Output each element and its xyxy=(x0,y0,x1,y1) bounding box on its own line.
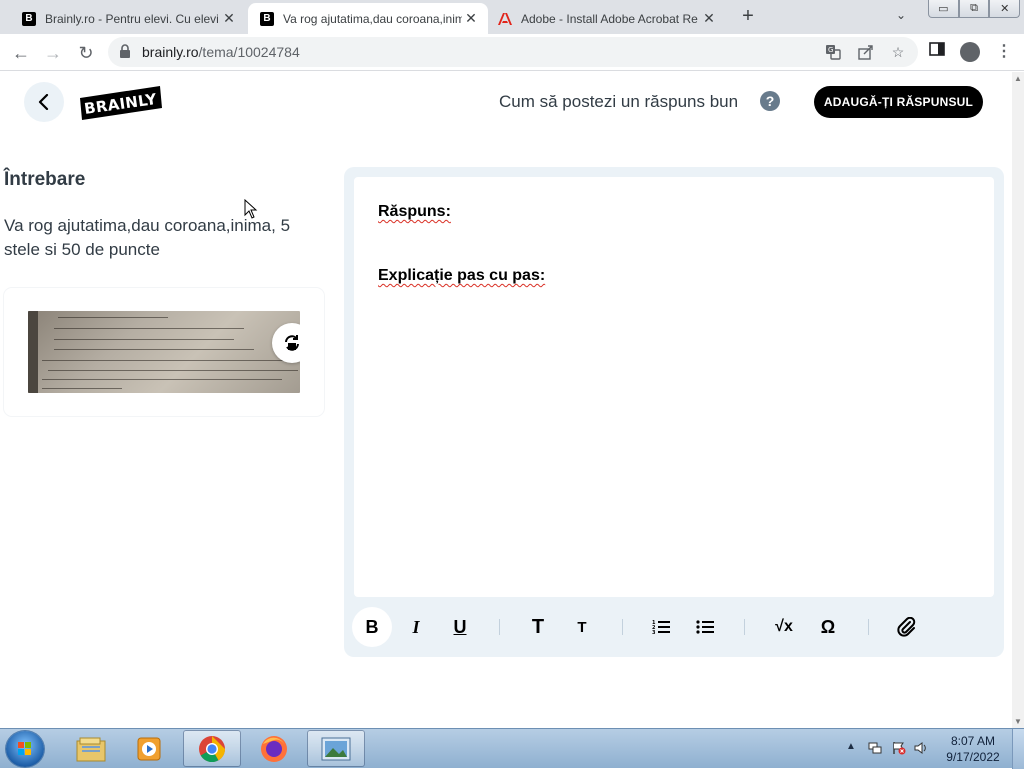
tab-question[interactable]: B Va rog ajutatima,dau coroana,inima ✕ xyxy=(248,3,488,34)
window-controls: ▭ ⧉ ✕ xyxy=(928,0,1021,18)
italic-button[interactable]: I xyxy=(396,607,436,647)
toolbar-divider xyxy=(868,619,869,635)
toolbar-divider xyxy=(622,619,623,635)
star-icon[interactable]: ☆ xyxy=(889,43,907,61)
brainly-logo[interactable]: BRAINLY xyxy=(80,86,162,120)
close-tab-icon[interactable]: ✕ xyxy=(700,10,718,28)
network-icon[interactable] xyxy=(868,741,882,755)
browser-toolbar: ← → ↻ brainly.ro/tema/10024784 G ☆ ⋮ xyxy=(0,34,1024,71)
close-window-button[interactable]: ✕ xyxy=(989,0,1021,18)
show-desktop-button[interactable] xyxy=(1012,729,1024,769)
close-tab-icon[interactable]: ✕ xyxy=(462,10,480,28)
lock-icon xyxy=(120,44,130,58)
attachment-image[interactable] xyxy=(28,311,300,393)
heading-small-button[interactable]: T xyxy=(562,607,602,647)
tab-search-button[interactable]: ⌄ xyxy=(896,8,906,22)
windows-explorer-icon[interactable] xyxy=(62,730,120,767)
page-scrollbar[interactable]: ▲ ▼ xyxy=(1012,72,1024,728)
tab-title: Brainly.ro - Pentru elevi. Cu elevi. xyxy=(45,11,220,26)
address-bar[interactable]: brainly.ro/tema/10024784 G ☆ xyxy=(108,37,918,67)
answer-editor: Răspuns: Explicație pas cu pas: B I U T … xyxy=(344,167,1004,657)
tab-title: Va rog ajutatima,dau coroana,inima xyxy=(283,11,462,26)
brainly-b-icon: B xyxy=(260,11,274,26)
share-icon[interactable] xyxy=(857,43,875,61)
howto-answer-link[interactable]: Cum să postezi un răspuns bun xyxy=(499,92,738,112)
help-icon[interactable]: ? xyxy=(760,91,780,111)
chrome-icon[interactable] xyxy=(183,730,241,767)
attachment-card xyxy=(4,288,324,416)
add-answer-button[interactable]: ADAUGĂ-ȚI RĂSPUNSUL xyxy=(814,86,983,118)
svg-text:G: G xyxy=(828,46,833,54)
browser-menu-button[interactable]: ⋮ xyxy=(996,41,1012,61)
svg-text:3: 3 xyxy=(652,630,656,635)
clock-time: 8:07 AM xyxy=(950,734,996,748)
system-clock[interactable]: 8:07 AM 9/17/2022 xyxy=(938,733,1008,765)
scroll-down-arrow[interactable]: ▼ xyxy=(1014,717,1022,726)
media-player-icon[interactable] xyxy=(120,730,178,767)
page-back-button[interactable] xyxy=(24,82,64,122)
answer-label: Răspuns: xyxy=(378,203,451,220)
forward-button[interactable]: → xyxy=(40,40,66,66)
mouse-cursor-icon xyxy=(244,199,258,219)
numbered-list-icon: 123 xyxy=(652,620,670,635)
action-center-icon[interactable] xyxy=(892,741,906,755)
bold-button[interactable]: B xyxy=(352,607,392,647)
volume-icon[interactable] xyxy=(914,741,928,755)
special-characters-button[interactable]: Ω xyxy=(808,607,848,647)
attach-button[interactable] xyxy=(887,607,927,647)
new-tab-button[interactable]: + xyxy=(737,5,759,27)
question-text: Va rog ajutatima,dau coroana,inima, 5 st… xyxy=(4,216,291,259)
windows-flag-icon xyxy=(18,742,31,755)
profile-icon[interactable] xyxy=(960,42,980,62)
close-tab-icon[interactable]: ✕ xyxy=(220,10,238,28)
editor-toolbar: B I U T T 123 √x Ω xyxy=(344,605,1004,649)
minimize-button[interactable]: ▭ xyxy=(928,0,959,18)
start-button[interactable] xyxy=(6,731,44,767)
tab-title: Adobe - Install Adobe Acrobat Re xyxy=(521,11,698,26)
math-formula-button[interactable]: √x xyxy=(764,607,804,647)
rotate-image-icon[interactable] xyxy=(272,323,300,363)
translate-icon[interactable]: G xyxy=(824,43,842,61)
scroll-up-arrow[interactable]: ▲ xyxy=(1014,74,1022,83)
toolbar-divider xyxy=(744,619,745,635)
show-hidden-icons-button[interactable]: ▲ xyxy=(846,741,856,752)
bullet-list-icon xyxy=(696,620,714,634)
bullet-list-button[interactable] xyxy=(685,607,725,647)
underline-button[interactable]: U xyxy=(440,607,480,647)
tab-adobe[interactable]: Adobe - Install Adobe Acrobat Re ✕ xyxy=(488,3,726,34)
explanation-label: Explicație pas cu pas: xyxy=(378,267,546,284)
paperclip-icon xyxy=(897,617,916,637)
numbered-list-button[interactable]: 123 xyxy=(641,607,681,647)
windows-taskbar: ▲ 8:07 AM 9/17/2022 xyxy=(0,728,1024,769)
browser-tab-bar: B Brainly.ro - Pentru elevi. Cu elevi. ✕… xyxy=(0,0,1024,34)
toolbar-divider xyxy=(499,619,500,635)
clock-date: 9/17/2022 xyxy=(946,750,1000,764)
image-viewer-icon[interactable] xyxy=(307,730,365,767)
firefox-icon[interactable] xyxy=(245,730,303,767)
heading-large-button[interactable]: T xyxy=(518,607,558,647)
answer-text-area[interactable]: Răspuns: Explicație pas cu pas: xyxy=(354,177,994,597)
brainly-b-icon: B xyxy=(22,11,36,26)
chevron-left-icon xyxy=(38,94,49,110)
back-button[interactable]: ← xyxy=(8,40,34,66)
question-heading: Întrebare xyxy=(4,169,86,190)
page-content: BRAINLY Cum să postezi un răspuns bun ? … xyxy=(0,72,1012,728)
url-text: brainly.ro/tema/10024784 xyxy=(142,44,300,60)
tab-brainly-home[interactable]: B Brainly.ro - Pentru elevi. Cu elevi. ✕ xyxy=(0,3,246,34)
reload-button[interactable]: ↻ xyxy=(73,40,99,66)
restore-button[interactable]: ⧉ xyxy=(958,0,990,18)
adobe-icon xyxy=(498,12,512,26)
sidepanel-icon[interactable] xyxy=(928,40,946,58)
